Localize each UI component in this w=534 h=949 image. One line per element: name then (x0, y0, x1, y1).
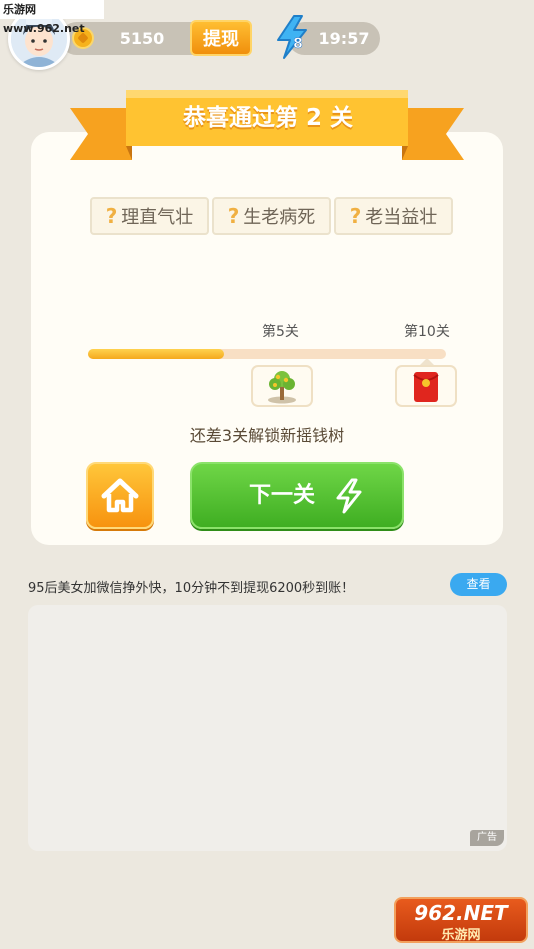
next-level-button[interactable]: 下一关 (190, 462, 404, 529)
idiom-text: 理直气壮 (121, 207, 194, 228)
next-level-label: 下一关 (248, 483, 315, 508)
lightning-icon (336, 478, 362, 514)
milestone-label: 第5关 (262, 324, 299, 340)
ad-view-button[interactable]: 查看 (450, 573, 507, 596)
question-mark-icon: ? (227, 204, 240, 228)
question-mark-icon: ? (105, 204, 118, 228)
home-icon (101, 478, 139, 513)
ad-tag: 广告 (470, 830, 504, 846)
withdraw-button[interactable]: 提现 (190, 20, 252, 56)
ad-panel[interactable] (28, 605, 507, 851)
idiom-card[interactable]: ? 理直气壮 (90, 197, 209, 235)
energy-timer: 19:57 (318, 29, 370, 48)
unlock-hint: 还差3关解锁新摇钱树 (189, 426, 345, 445)
level-progress-bar (88, 349, 446, 359)
red-envelope-icon (413, 372, 439, 402)
idiom-card[interactable]: ? 老当益壮 (334, 197, 453, 235)
watermark-logo-subtext: 乐游网 (441, 928, 481, 943)
watermark-logo: 962.NET 乐游网 (394, 897, 528, 943)
idiom-text: 生老病死 (243, 207, 316, 228)
idiom-text: 老当益壮 (365, 207, 438, 228)
watermark-logo-text: 962.NET (414, 901, 508, 925)
level-progress-fill (88, 349, 225, 359)
home-button[interactable] (86, 462, 154, 529)
energy-count: 8 (293, 36, 303, 53)
question-mark-icon: ? (349, 204, 362, 228)
money-tree-icon (268, 371, 296, 404)
ad-headline[interactable]: 95后美女加微信挣外快，10分钟不到提现6200秒到账！ (28, 577, 354, 596)
idiom-card[interactable]: ? 生老病死 (212, 197, 331, 235)
red-envelope-reward[interactable] (395, 365, 457, 407)
milestone-label: 第10关 (404, 324, 450, 340)
level-complete-title: 恭喜通过第 2 关 (182, 105, 354, 131)
money-tree-reward[interactable] (251, 365, 313, 407)
coin-balance: 5150 (119, 29, 165, 48)
watermark-top: 乐游网 www.962.net (0, 0, 104, 35)
